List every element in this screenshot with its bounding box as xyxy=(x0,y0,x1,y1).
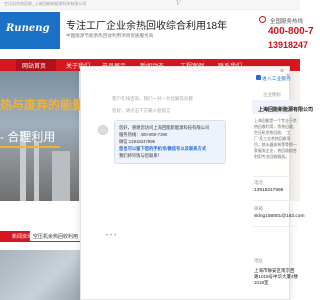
tab-news-label: 新闻资讯 xyxy=(12,234,33,240)
phone-label: 电话 xyxy=(254,180,263,185)
chat-hint: 客户在线咨询，我们一对一为您解答问题 xyxy=(112,96,193,101)
hero-subheadline: - 合理利用 xyxy=(0,130,56,144)
site-logo[interactable]: Runeng xyxy=(0,12,60,49)
header-title: 专注工厂企业余热回收综合利用18年 xyxy=(66,21,228,32)
address-label: 地址 xyxy=(254,258,263,263)
hero-divider xyxy=(0,146,60,148)
side-label: 企业图标 xyxy=(263,92,281,97)
chat-line-highlight: 您也可以留下您的手机号/微信号以及联系方式 xyxy=(119,146,207,151)
brand-mark: V xyxy=(176,0,181,7)
chat-line: 您好，感谢您访问上海回能新能源科技有限公司 xyxy=(119,125,210,130)
side-close-icon[interactable]: × xyxy=(286,73,290,79)
company-intro: 上海回能是一个专业于余热回收利用，余热回收、空压机余热回收、"工厂"及工业余热回… xyxy=(254,118,297,159)
logo-text: Runeng xyxy=(6,23,50,34)
email-value[interactable]: sklng158801@163.com xyxy=(254,214,304,219)
nav-item-home[interactable]: 网站首页 xyxy=(22,61,46,70)
phone-icon xyxy=(259,16,266,23)
top-strip: 空压机余热回收_上海回能新能源科技有限公司 V xyxy=(0,0,300,10)
email-label: 邮箱 xyxy=(254,206,263,211)
tab-underline xyxy=(0,241,80,242)
news-thumbnail[interactable] xyxy=(0,250,80,300)
hotline-number-2[interactable]: 13918247 xyxy=(268,40,308,50)
tab-air-compressor[interactable]: 空压机余热回收利用 xyxy=(33,233,78,240)
company-name: 上海回能新能源有限公司 xyxy=(258,107,314,113)
divider xyxy=(253,200,297,201)
service-icon xyxy=(256,75,261,80)
phone-value[interactable]: 13918247995 xyxy=(254,188,283,193)
chat-line: 服务热线：400-800-7390 xyxy=(119,132,168,137)
address-value: 上海市静安区南京西路1018号中华大厦4楼1018室 xyxy=(254,268,299,285)
typing-indicator: ••• xyxy=(106,233,119,239)
chat-line: 微信:13918247995 xyxy=(119,139,156,144)
divider xyxy=(253,176,297,177)
chat-hint-secondary: 您好，请点击下方输入框留言 xyxy=(112,108,171,113)
hotline-number-1[interactable]: 400-800-7 xyxy=(268,26,314,37)
header-subtitle: 中国能源节能余热回收利用项目优质服务商 xyxy=(66,33,154,38)
chat-message-bubble: 您好，感谢您访问上海回能新能源科技有限公司 服务热线：400-800-7390 … xyxy=(114,120,226,164)
top-strip-text: 空压机余热回收_上海回能新能源科技有限公司 xyxy=(4,1,87,6)
tab-news[interactable]: 新闻资讯 xyxy=(0,231,33,241)
hero-headline: 热与废弃的能量 xyxy=(0,98,85,112)
hotline-label: 全国服务热线 xyxy=(270,19,304,25)
close-icon[interactable]: × xyxy=(280,68,284,75)
agent-avatar xyxy=(98,125,108,135)
divider xyxy=(253,226,297,227)
chat-line: 我们将尽快与您联系！ xyxy=(119,153,162,158)
